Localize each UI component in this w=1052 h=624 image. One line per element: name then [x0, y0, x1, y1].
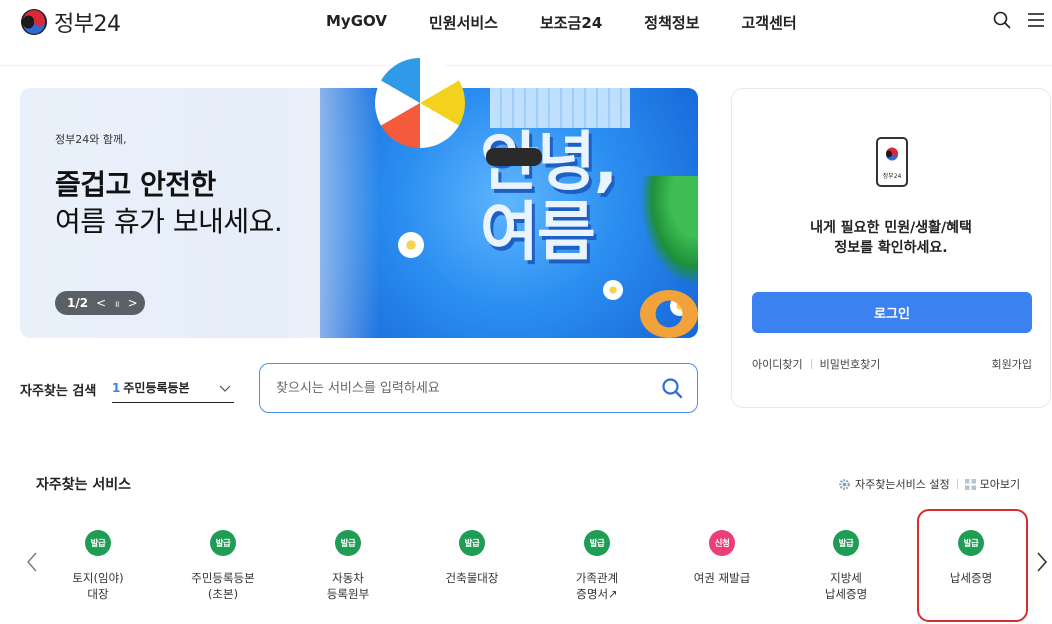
frequent-search-select[interactable]: 1 주민등록등본 [112, 373, 234, 403]
services-title: 자주찾는 서비스 [36, 477, 132, 493]
banner-subtext: 정부24와 함께, [55, 133, 127, 146]
gear-icon [839, 478, 850, 490]
service-item[interactable]: 발급토지(임야) 대장 [43, 530, 153, 602]
banner-pager: 1/2 < ॥ > [55, 291, 145, 315]
site-logo[interactable]: 정부24 [20, 6, 121, 38]
service-item[interactable]: 발급납세증명 [916, 530, 1026, 586]
view-all-button[interactable]: 모아보기 [964, 476, 1021, 492]
service-badge: 발급 [210, 530, 236, 556]
header-icons [992, 10, 1046, 30]
search-input[interactable] [276, 378, 636, 398]
service-badge: 신청 [709, 530, 735, 556]
frequent-search-label: 자주찾는 검색 [20, 384, 97, 399]
service-badge: 발급 [85, 530, 111, 556]
search-box [259, 363, 698, 413]
pager-index: 1/2 [67, 296, 89, 310]
mobile-phone-icon: 정부24 [876, 137, 908, 187]
service-name: 주민등록등본 (초본) [191, 571, 255, 601]
nav-subsidy24[interactable]: 보조금24 [540, 12, 602, 33]
login-message-line1: 내게 필요한 민원/생활/혜택 [810, 220, 972, 236]
flower [398, 232, 424, 258]
grid-icon [964, 478, 976, 490]
nav-customer-center[interactable]: 고객센터 [741, 12, 796, 33]
service-name: 여권 재발급 [693, 571, 751, 585]
beach-ball [375, 58, 465, 148]
services-settings-label: 자주찾는서비스 설정 [855, 478, 950, 491]
float-ring [640, 290, 698, 338]
service-name: 건축물대장 [445, 571, 499, 585]
palm-leaves [640, 176, 698, 286]
nav-policy-info[interactable]: 정책정보 [644, 12, 699, 33]
login-message: 내게 필요한 민원/생활/혜택 정보를 확인하세요. [731, 218, 1051, 258]
login-message-line2: 정보를 확인하세요. [834, 240, 948, 256]
main-nav: MyGOV 민원서비스 보조금24 정책정보 고객센터 [326, 12, 839, 33]
find-links: 아이디찾기 비밀번호찾기 [752, 356, 1032, 372]
service-name: 자동차 등록원부 [326, 571, 370, 601]
pager-prev-button[interactable]: < [96, 296, 106, 310]
nav-civil-service[interactable]: 민원서비스 [429, 12, 498, 33]
phone-logo-icon [886, 147, 898, 161]
header: 정부24 MyGOV 민원서비스 보조금24 정책정보 고객센터 [0, 0, 1052, 66]
service-name: 토지(임야) 대장 [72, 571, 124, 601]
service-name: 가족관계 증명서↗ [575, 571, 619, 601]
frequent-search-text: 주민등록등본 [123, 381, 190, 395]
view-all-label: 모아보기 [979, 478, 1021, 491]
taegeuk-logo-icon [21, 9, 47, 35]
flower [603, 280, 623, 300]
sunglasses [486, 148, 542, 166]
divider [956, 479, 958, 489]
logo-text: 정부24 [54, 12, 121, 37]
service-badge: 발급 [335, 530, 361, 556]
nav-mygov[interactable]: MyGOV [326, 12, 387, 33]
services-tools: 자주찾는서비스 설정 모아보기 [838, 476, 1020, 492]
service-item[interactable]: 발급가족관계 증명서↗ [542, 530, 652, 602]
find-id-link[interactable]: 아이디찾기 [752, 356, 803, 372]
find-password-link[interactable]: 비밀번호찾기 [820, 356, 881, 372]
banner-big-line2: 여름 [480, 196, 596, 270]
chevron-left-icon[interactable] [24, 550, 40, 574]
service-item[interactable]: 발급자동차 등록원부 [293, 530, 403, 602]
login-links: 아이디찾기 비밀번호찾기 회원가입 [752, 356, 1032, 372]
service-item[interactable]: 신청여권 재발급 [667, 530, 777, 586]
services-settings-button[interactable]: 자주찾는서비스 설정 [838, 476, 950, 492]
service-item[interactable]: 발급지방세 납세증명 [791, 530, 901, 602]
banner-headline-2: 여름 휴가 보내세요. [55, 205, 283, 238]
pager-pause-button[interactable]: ॥ [114, 297, 119, 310]
banner-headline: 즐겁고 안전한 [55, 168, 216, 201]
search-submit-icon[interactable] [661, 377, 683, 399]
rank-number: 1 [112, 381, 121, 395]
chevron-down-icon [219, 385, 231, 392]
login-button[interactable]: 로그인 [752, 292, 1032, 333]
menu-icon[interactable] [1026, 10, 1046, 30]
service-badge: 발급 [958, 530, 984, 556]
join-link[interactable]: 회원가입 [992, 356, 1032, 372]
search-icon[interactable] [992, 10, 1012, 30]
service-item[interactable]: 발급건축물대장 [417, 530, 527, 586]
service-name: 납세증명 [949, 571, 993, 585]
service-badge: 발급 [584, 530, 610, 556]
service-item[interactable]: 발급주민등록등본 (초본) [168, 530, 278, 602]
chevron-right-icon[interactable] [1034, 550, 1050, 574]
phone-logo-text: 정부24 [882, 173, 902, 180]
divider [810, 359, 812, 369]
service-badge: 발급 [459, 530, 485, 556]
pool-tiles [490, 88, 630, 128]
service-name: 지방세 납세증명 [824, 571, 868, 601]
frequent-search-value: 1 주민등록등본 [112, 379, 190, 396]
service-badge: 발급 [833, 530, 859, 556]
pager-next-button[interactable]: > [128, 296, 138, 310]
